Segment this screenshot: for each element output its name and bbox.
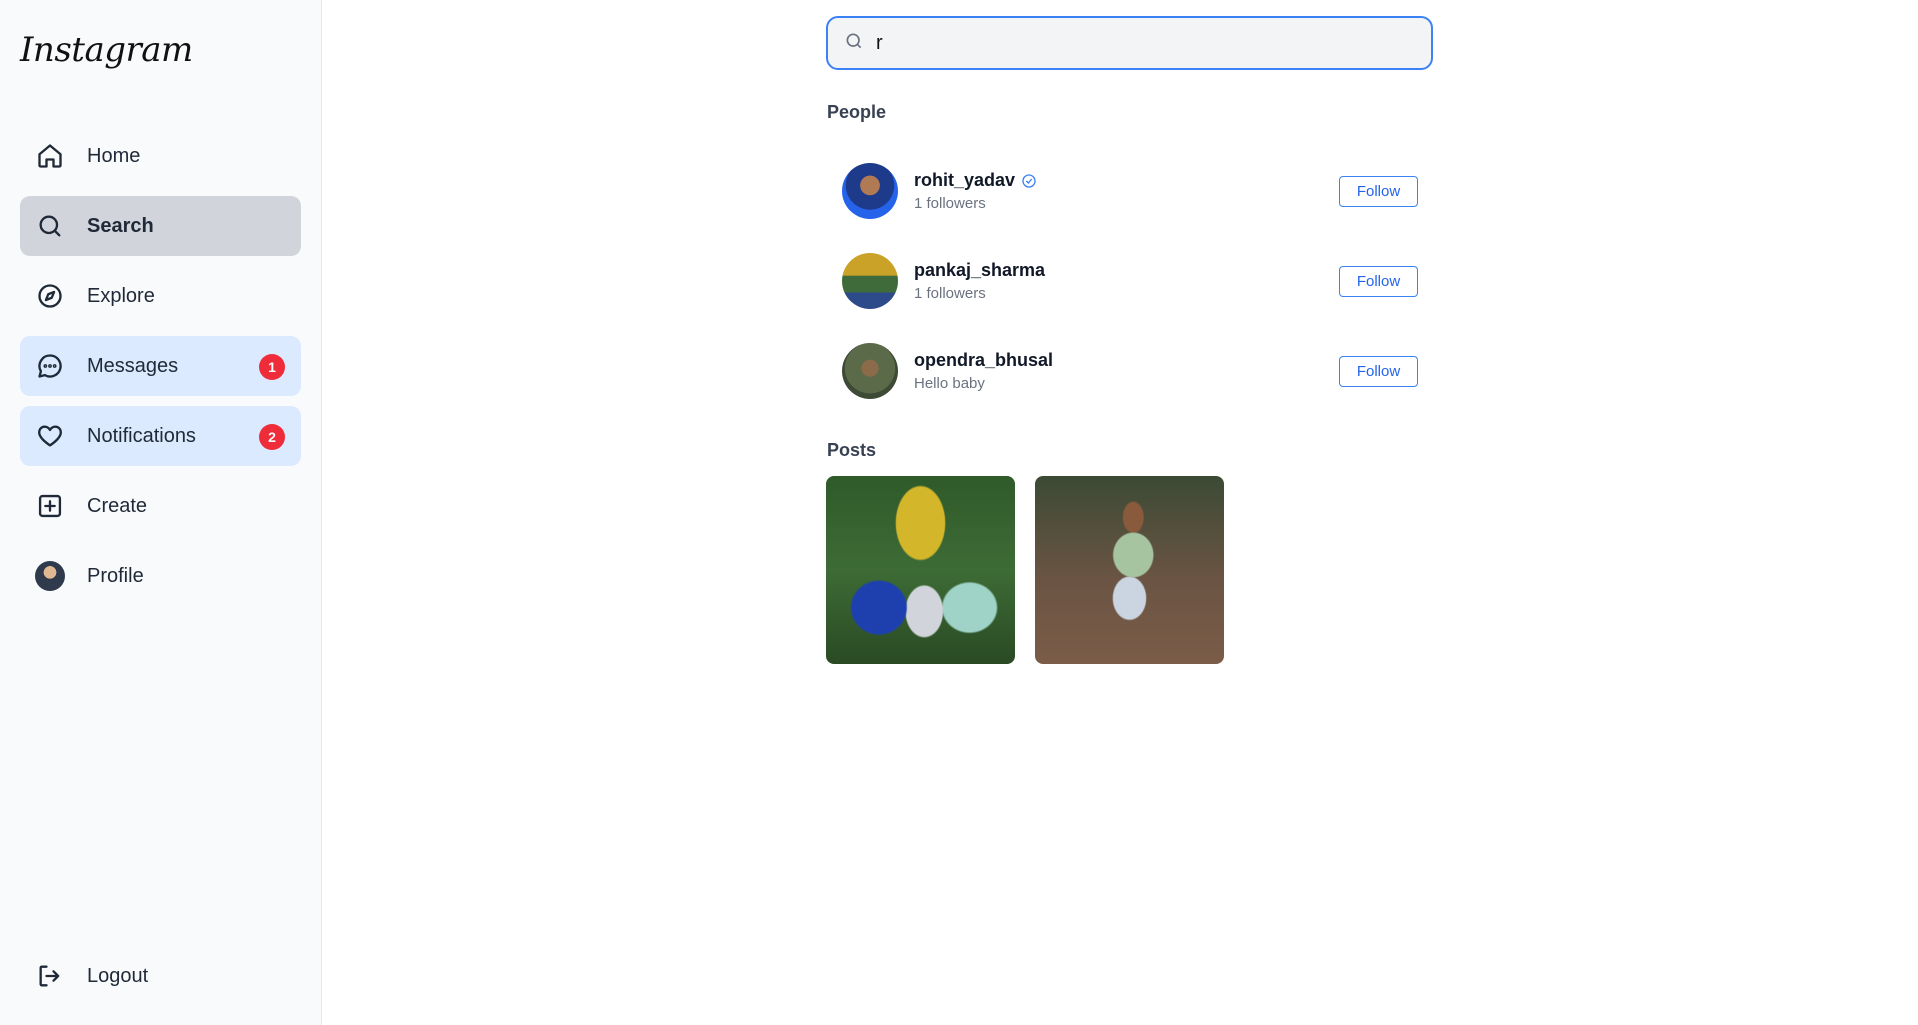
username-text: rohit_yadav	[914, 170, 1016, 190]
sidebar-item-home[interactable]: Home	[20, 126, 301, 186]
person-info: pankaj_sharma 1 followers	[914, 260, 1045, 302]
sidebar-item-label: Home	[87, 144, 141, 167]
compass-icon	[35, 281, 65, 311]
messages-badge: 1	[259, 354, 285, 380]
sidebar-item-label: Create	[87, 494, 148, 517]
person-info: opendra_bhusal Hello baby	[914, 350, 1053, 392]
search-bar[interactable]	[826, 16, 1433, 70]
sidebar-item-label: Logout	[87, 964, 149, 987]
posts-section-title: Posts	[827, 440, 877, 460]
profile-avatar-icon	[35, 561, 65, 591]
avatar	[35, 561, 65, 591]
search-icon	[35, 211, 65, 241]
people-section-title: People	[827, 102, 887, 122]
sidebar-item-notifications[interactable]: Notifications 2	[20, 406, 301, 466]
people-list: rohit_yadav 1 followers Follow pankaj_sh…	[827, 146, 1433, 416]
sidebar-item-label: Messages	[87, 354, 179, 377]
follow-button[interactable]: Follow	[1339, 176, 1418, 207]
sidebar-item-create[interactable]: Create	[20, 476, 301, 536]
sidebar-item-label: Explore	[87, 284, 155, 307]
follow-button[interactable]: Follow	[1339, 356, 1418, 387]
sidebar-nav: Home Search Explore Messages 1 Notificat…	[20, 126, 301, 616]
search-icon	[844, 31, 864, 56]
avatar[interactable]	[842, 163, 898, 219]
list-item[interactable]: opendra_bhusal Hello baby Follow	[827, 326, 1433, 416]
username-text: pankaj_sharma	[914, 260, 1046, 280]
sidebar-item-logout[interactable]: Logout	[20, 946, 301, 1006]
main-content: People rohit_yadav 1 followers Follow pa…	[323, 0, 1918, 1025]
avatar[interactable]	[842, 253, 898, 309]
sidebar-item-label: Search	[87, 214, 154, 237]
avatar[interactable]	[842, 343, 898, 399]
home-icon	[35, 141, 65, 171]
username[interactable]: pankaj_sharma	[914, 260, 1045, 281]
username[interactable]: rohit_yadav	[914, 170, 1037, 191]
sidebar-item-label: Notifications	[87, 424, 196, 447]
user-bio: Hello baby	[914, 375, 985, 392]
notifications-badge: 2	[259, 424, 285, 450]
follower-count: 1 followers	[914, 195, 986, 212]
sidebar-item-messages[interactable]: Messages 1	[20, 336, 301, 396]
list-item[interactable]: pankaj_sharma 1 followers Follow	[827, 236, 1433, 326]
instagram-logo[interactable]: Instagram	[20, 30, 193, 70]
follower-count: 1 followers	[914, 285, 986, 302]
plus-square-icon	[35, 491, 65, 521]
message-icon	[35, 351, 65, 381]
follow-button[interactable]: Follow	[1339, 266, 1418, 297]
list-item[interactable]: rohit_yadav 1 followers Follow	[827, 146, 1433, 236]
sidebar-item-label: Profile	[87, 564, 144, 587]
logout-section: Logout	[20, 946, 301, 1016]
posts-grid	[826, 476, 1224, 664]
search-input[interactable]	[876, 31, 1416, 55]
sidebar-item-explore[interactable]: Explore	[20, 266, 301, 326]
username-text: opendra_bhusal	[914, 350, 1054, 370]
username[interactable]: opendra_bhusal	[914, 350, 1053, 371]
logout-icon	[35, 961, 65, 991]
post-thumbnail[interactable]	[1035, 476, 1224, 664]
verified-badge-icon	[1021, 173, 1037, 189]
heart-icon	[35, 421, 65, 451]
sidebar: Instagram Home Search Explore Messages 1…	[0, 0, 322, 1025]
post-thumbnail[interactable]	[826, 476, 1015, 664]
sidebar-item-search[interactable]: Search	[20, 196, 301, 256]
sidebar-item-profile[interactable]: Profile	[20, 546, 301, 606]
person-info: rohit_yadav 1 followers	[914, 170, 1037, 212]
